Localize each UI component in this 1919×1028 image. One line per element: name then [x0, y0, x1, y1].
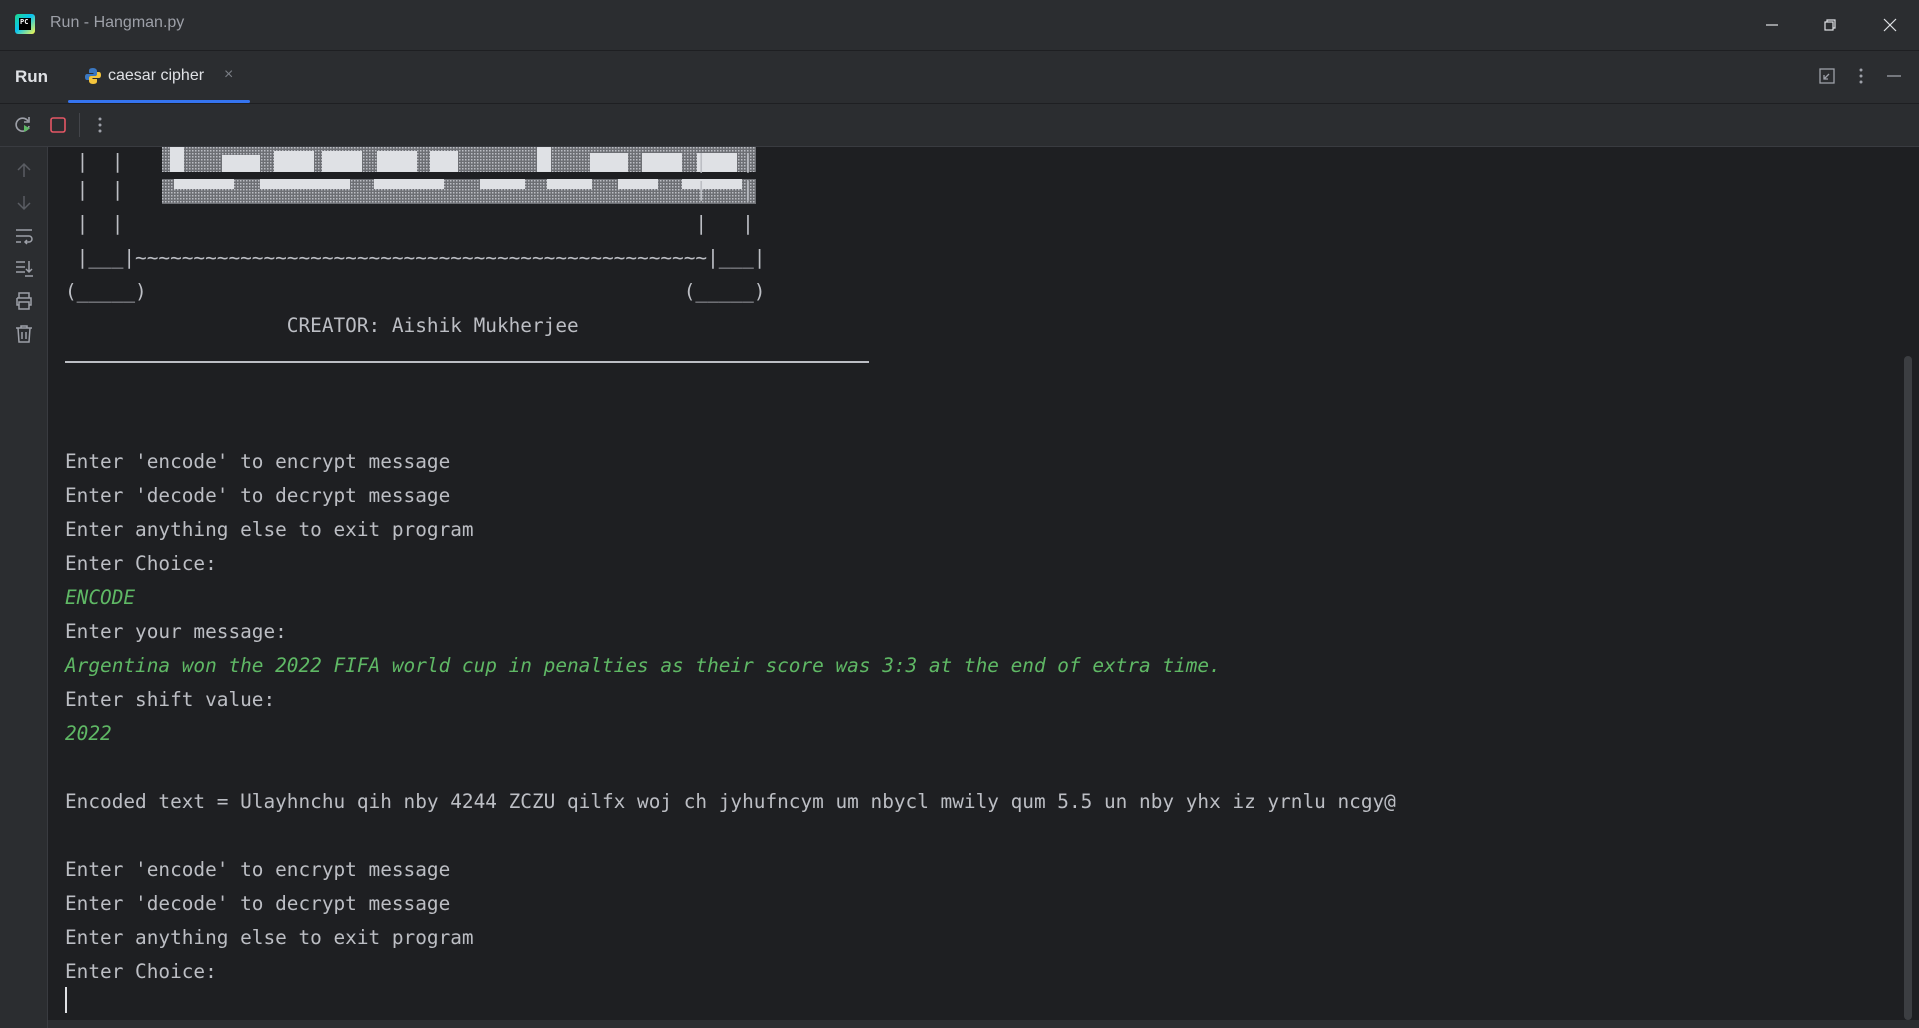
more-options-icon[interactable]	[1852, 67, 1870, 85]
run-toolbar	[0, 104, 1919, 147]
tab-caesar-cipher[interactable]: caesar cipher ×	[68, 51, 250, 103]
active-tab-indicator	[68, 100, 250, 103]
console-line: Enter shift value:	[65, 688, 276, 711]
minimize-icon	[1766, 24, 1778, 26]
hide-panel-icon[interactable]	[1885, 67, 1903, 85]
user-input-line: 2022	[65, 722, 112, 745]
creator-credit: CREATOR: Aishik Mukherjee	[65, 314, 579, 337]
pycharm-logo-icon: PC	[15, 14, 35, 34]
ascii-border-line: | | | |	[65, 150, 754, 173]
encoded-result-line: Encoded text = Ulayhnchu qih nby 4244 ZC…	[65, 790, 1396, 813]
ascii-border-line: (_____) (_____)	[65, 280, 766, 303]
restore-icon	[1824, 19, 1836, 31]
minimize-button[interactable]	[1752, 10, 1792, 40]
trash-icon[interactable]	[13, 323, 35, 345]
ascii-border-line: | | | |	[65, 178, 754, 201]
ascii-border-line: |___|~~~~~~~~~~~~~~~~~~~~~~~~~~~~~~~~~~~…	[65, 246, 766, 269]
console-line: Enter 'decode' to decrypt message	[65, 484, 451, 507]
run-panel-label: Run	[15, 67, 49, 86]
close-icon	[1883, 18, 1897, 32]
console-side-toolbar	[0, 147, 48, 1028]
tab-label: caesar cipher	[108, 67, 205, 84]
console-line: Enter 'encode' to encrypt message	[65, 450, 451, 473]
restore-button[interactable]	[1810, 10, 1850, 40]
console-line: Enter 'encode' to encrypt message	[65, 858, 451, 881]
rerun-icon[interactable]	[13, 115, 33, 135]
title-bar: PC Run - Hangman.py	[0, 0, 1919, 51]
console-line: Enter anything else to exit program	[65, 926, 474, 949]
ascii-border-line: | | | |	[65, 212, 754, 235]
restore-layout-icon[interactable]	[1818, 67, 1836, 85]
console-line: Enter 'decode' to decrypt message	[65, 892, 451, 915]
user-input-line: Argentina won the 2022 FIFA world cup in…	[65, 654, 1221, 677]
toolbar-divider	[79, 113, 80, 137]
console-line: Enter Choice:	[65, 960, 217, 983]
run-tool-window-header: Run caesar cipher ×	[0, 51, 1919, 104]
toolbar-more-icon[interactable]	[90, 115, 110, 135]
console-line: Enter your message:	[65, 620, 287, 643]
scroll-to-end-icon[interactable]	[13, 257, 35, 279]
arrow-up-icon[interactable]	[13, 159, 35, 181]
vertical-scrollbar[interactable]	[1904, 356, 1912, 1020]
user-input-line: ENCODE	[65, 586, 136, 609]
soft-wrap-icon[interactable]	[13, 225, 35, 247]
console-line: Enter Choice:	[65, 552, 217, 575]
close-window-button[interactable]	[1870, 10, 1910, 40]
arrow-down-icon[interactable]	[13, 192, 35, 214]
console-line: Enter anything else to exit program	[65, 518, 474, 541]
stop-icon[interactable]	[48, 115, 68, 135]
text-cursor[interactable]	[65, 987, 67, 1013]
bottom-strip	[48, 1020, 1919, 1028]
tab-close-icon[interactable]: ×	[224, 66, 233, 84]
horizontal-rule	[65, 361, 869, 363]
print-icon[interactable]	[13, 290, 35, 312]
console-output[interactable]: | | | | | | | | | | | | |___|~~~~~~~~~~~…	[48, 147, 1903, 1028]
window-title: Run - Hangman.py	[50, 14, 185, 31]
python-icon	[85, 68, 101, 84]
